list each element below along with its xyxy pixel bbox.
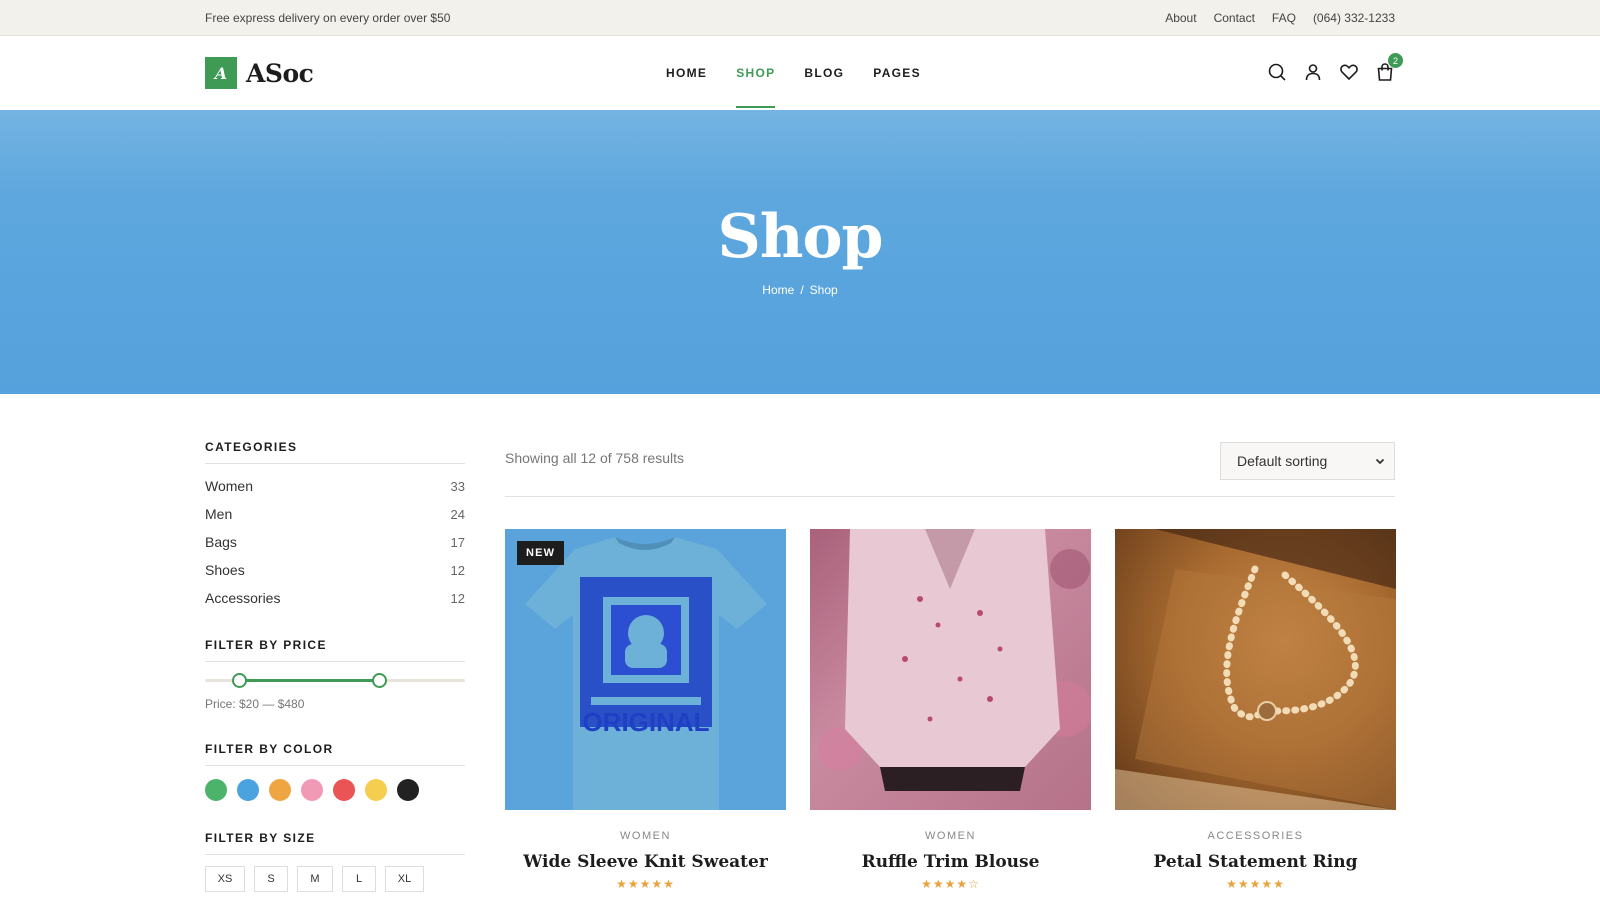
category-name: Men xyxy=(205,506,233,522)
category-count: 33 xyxy=(450,478,465,494)
sort-selected-value: Default sorting xyxy=(1237,453,1328,469)
site-header: A ASoc HOME SHOP BLOG PAGES 2 xyxy=(0,36,1600,110)
page-hero: Shop Home / Shop xyxy=(0,110,1600,394)
category-accessories[interactable]: Accessories 12 xyxy=(205,584,465,612)
category-name: Accessories xyxy=(205,590,281,606)
tshirt-image: ORIGINAL xyxy=(525,537,767,810)
category-name: Bags xyxy=(205,534,237,550)
color-swatch-green[interactable] xyxy=(205,779,227,801)
page-title: Shop xyxy=(717,202,884,272)
new-badge: NEW xyxy=(517,541,565,565)
category-shoes[interactable]: Shoes 12 xyxy=(205,556,465,584)
category-count: 17 xyxy=(450,534,465,550)
category-women[interactable]: Women 33 xyxy=(205,472,465,500)
category-count: 12 xyxy=(450,590,465,606)
price-slider[interactable] xyxy=(205,669,465,691)
breadcrumb-home[interactable]: Home xyxy=(762,283,794,297)
size-xl-button[interactable]: XL xyxy=(385,866,424,892)
chevron-down-icon xyxy=(1375,458,1385,465)
product-category[interactable]: WOMEN xyxy=(505,830,786,842)
size-options: XS S M L XL xyxy=(205,866,465,892)
category-count: 12 xyxy=(450,562,465,578)
necklace-image xyxy=(1115,529,1396,810)
price-slider-min-handle[interactable] xyxy=(231,673,247,688)
product-grid: ORIGINAL NEW WOMEN Wide Sleeve Knit Swea… xyxy=(505,529,1396,891)
header-icons: 2 xyxy=(1267,53,1403,82)
category-list: Women 33 Men 24 Bags 17 Shoes 12 Accessories… xyxy=(205,472,465,612)
toolbar-divider xyxy=(505,496,1395,497)
blouse-image xyxy=(818,529,1091,791)
sort-select[interactable]: Default sorting xyxy=(1220,442,1395,480)
color-swatch-yellow[interactable] xyxy=(365,779,387,801)
main-nav: HOME SHOP BLOG PAGES xyxy=(666,36,921,110)
logo-mark: A xyxy=(205,57,237,89)
color-swatches xyxy=(205,779,465,801)
product-image[interactable] xyxy=(1115,529,1396,810)
color-swatch-pink[interactable] xyxy=(301,779,323,801)
filter-sidebar: CATEGORIES Women 33 Men 24 Bags 17 Shoes 12 … xyxy=(205,440,465,892)
nav-home[interactable]: HOME xyxy=(666,36,707,110)
faq-link[interactable]: FAQ xyxy=(1272,11,1296,25)
cart-icon[interactable]: 2 xyxy=(1375,53,1403,82)
product-category[interactable]: ACCESSORIES xyxy=(1115,830,1396,842)
phone-link[interactable]: (064) 332-1233 xyxy=(1313,11,1395,25)
search-icon[interactable] xyxy=(1267,62,1287,82)
price-slider-range xyxy=(238,679,380,682)
product-rating: ★★★★★ xyxy=(616,877,675,891)
category-bags[interactable]: Bags 17 xyxy=(205,528,465,556)
cart-count-badge: 2 xyxy=(1388,53,1403,68)
nav-pages[interactable]: PAGES xyxy=(873,36,921,110)
color-swatch-black[interactable] xyxy=(397,779,419,801)
color-swatch-orange[interactable] xyxy=(269,779,291,801)
price-filter-title: FILTER BY PRICE xyxy=(205,638,465,662)
user-icon[interactable] xyxy=(1303,62,1323,82)
logo[interactable]: A ASoc xyxy=(205,57,314,89)
shirt-print-text: ORIGINAL xyxy=(582,707,709,737)
top-bar: Free express delivery on every order ove… xyxy=(0,0,1600,36)
breadcrumb: Home / Shop xyxy=(0,283,1600,297)
breadcrumb-separator: / xyxy=(800,283,804,297)
category-count: 24 xyxy=(450,506,465,522)
top-links: About Contact FAQ (064) 332-1233 xyxy=(1165,11,1395,25)
heart-icon[interactable] xyxy=(1339,62,1359,82)
nav-shop[interactable]: SHOP xyxy=(736,36,776,110)
size-l-button[interactable]: L xyxy=(342,866,376,892)
contact-link[interactable]: Contact xyxy=(1214,11,1255,25)
product-rating: ★★★★★ xyxy=(1226,877,1285,891)
product-card: ACCESSORIES Petal Statement Ring ★★★★★ xyxy=(1115,529,1396,891)
color-swatch-blue[interactable] xyxy=(237,779,259,801)
product-card: ORIGINAL NEW WOMEN Wide Sleeve Knit Swea… xyxy=(505,529,786,891)
product-image[interactable]: ORIGINAL NEW xyxy=(505,529,786,810)
results-count: Showing all 12 of 758 results xyxy=(505,450,684,466)
breadcrumb-current: Shop xyxy=(809,283,838,297)
nav-blog[interactable]: BLOG xyxy=(804,36,844,110)
color-filter-title: FILTER BY COLOR xyxy=(205,742,465,766)
size-m-button[interactable]: M xyxy=(297,866,333,892)
size-filter-title: FILTER BY SIZE xyxy=(205,831,465,855)
product-name[interactable]: Wide Sleeve Knit Sweater xyxy=(505,852,786,872)
category-name: Shoes xyxy=(205,562,245,578)
promo-text: Free express delivery on every order ove… xyxy=(205,11,451,25)
logo-name: ASoc xyxy=(246,58,314,88)
categories-title: CATEGORIES xyxy=(205,440,465,464)
product-name[interactable]: Petal Statement Ring xyxy=(1115,852,1396,872)
product-name[interactable]: Ruffle Trim Blouse xyxy=(810,852,1091,872)
size-xs-button[interactable]: XS xyxy=(205,866,245,892)
product-image[interactable] xyxy=(810,529,1091,810)
color-swatch-red[interactable] xyxy=(333,779,355,801)
category-men[interactable]: Men 24 xyxy=(205,500,465,528)
product-card: WOMEN Ruffle Trim Blouse ★★★★☆ xyxy=(810,529,1091,891)
price-range-label: Price: $20 — $480 xyxy=(205,697,305,711)
product-category[interactable]: WOMEN xyxy=(810,830,1091,842)
category-name: Women xyxy=(205,478,253,494)
product-rating: ★★★★☆ xyxy=(921,877,980,891)
size-s-button[interactable]: S xyxy=(254,866,288,892)
about-link[interactable]: About xyxy=(1165,11,1196,25)
price-slider-max-handle[interactable] xyxy=(372,673,388,688)
